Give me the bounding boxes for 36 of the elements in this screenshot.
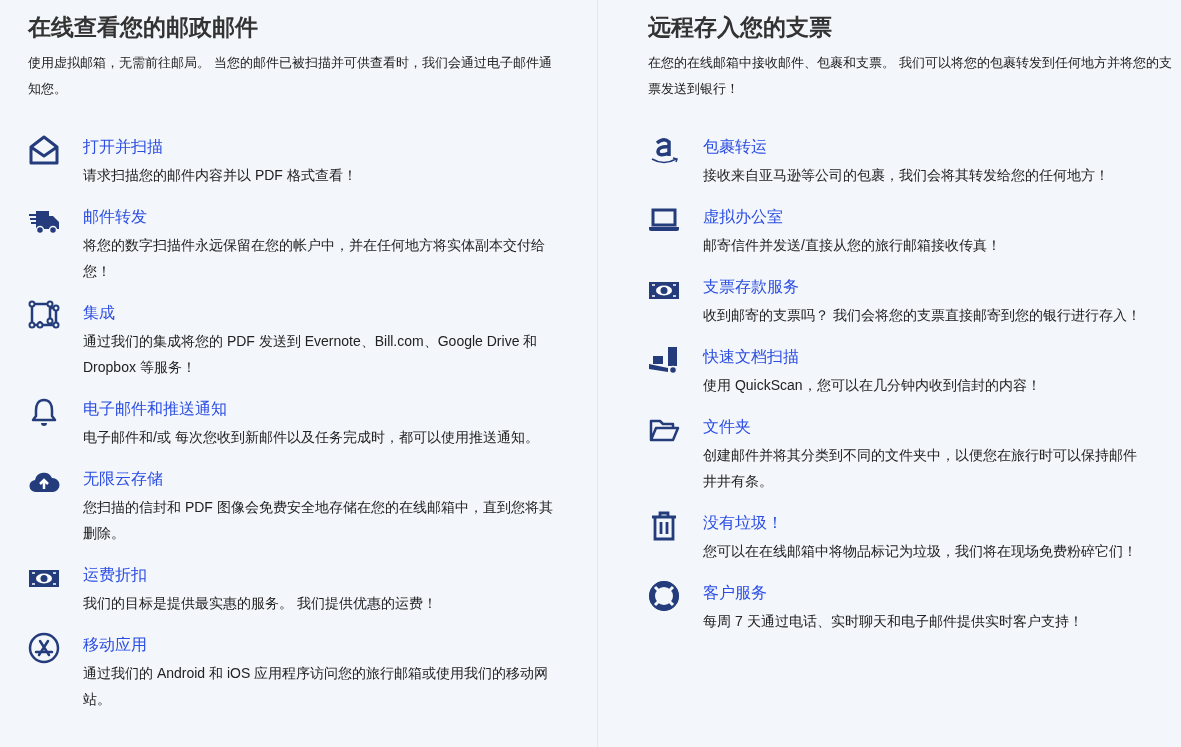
feature-title[interactable]: 移动应用 (83, 630, 147, 660)
app-store-icon (28, 632, 60, 664)
lifebuoy-icon (648, 580, 680, 612)
feature-title[interactable]: 没有垃圾！ (703, 508, 783, 538)
feature-description: 创建邮件并将其分类到不同的文件夹中，以便您在旅行时可以保持邮件井井有条。 (703, 446, 1138, 491)
section-intro: 在您的在线邮箱中接收邮件、包裹和支票。 我们可以将您的包裹转发到任何地方并将您的支票发送到银行！ (648, 54, 1173, 98)
section-heading: 远程存入您的支票 (648, 13, 833, 42)
feature-description: 每周 7 天通过电话、实时聊天和电子邮件提供实时客户支持！ (703, 612, 1084, 631)
feature-description: 邮寄信件并发送/直接从您的旅行邮箱接收传真！ (703, 236, 1002, 255)
feature-description: 请求扫描您的邮件内容并以 PDF 格式查看！ (83, 166, 358, 185)
feature-description: 您扫描的信封和 PDF 图像会免费安全地存储在您的在线邮箱中，直到您将其删除。 (83, 498, 553, 543)
feature-description: 通过我们的集成将您的 PDF 发送到 Evernote、Bill.com、Google Drive 和 Dropbox 等服务！ (83, 332, 539, 377)
feature-title[interactable]: 集成 (83, 298, 115, 328)
hand-truck-icon (648, 344, 680, 376)
feature-title[interactable]: 无限云存储 (83, 464, 163, 494)
feature-title[interactable]: 客户服务 (703, 578, 767, 608)
section-heading: 在线查看您的邮政邮件 (28, 13, 259, 42)
feature-description: 将您的数字扫描件永远保留在您的帐户中，并在任何地方将实体副本交付给您！ (83, 236, 546, 281)
feature-title[interactable]: 打开并扫描 (83, 132, 163, 162)
feature-title[interactable]: 支票存款服务 (703, 272, 799, 302)
feature-title[interactable]: 文件夹 (703, 412, 751, 442)
feature-title[interactable]: 快速文档扫描 (703, 342, 799, 372)
feature-description: 电子邮件和/或 每次您收到新邮件以及任务完成时，都可以使用推送通知。 (83, 428, 540, 447)
feature-title[interactable]: 运费折扣 (83, 560, 147, 590)
feature-description: 收到邮寄的支票吗？ 我们会将您的支票直接邮寄到您的银行进行存入！ (703, 306, 1141, 325)
feature-title[interactable]: 虚拟办公室 (703, 202, 783, 232)
feature-description: 通过我们的 Android 和 iOS 应用程序访问您的旅行邮箱或使用我们的移动网站。 (83, 664, 550, 709)
feature-title[interactable]: 邮件转发 (83, 202, 147, 232)
feature-title[interactable]: 电子邮件和推送通知 (83, 394, 227, 424)
feature-description: 您可以在在线邮箱中将物品标记为垃圾，我们将在现场免费粉碎它们！ (703, 542, 1138, 561)
feature-description: 接收来自亚马逊等公司的包裹，我们会将其转发给您的任何地方！ (703, 166, 1110, 185)
feature-description: 使用 QuickScan，您可以在几分钟内收到信封的内容！ (703, 376, 1042, 395)
feature-title[interactable]: 包裹转运 (703, 132, 767, 162)
section-intro: 使用虚拟邮箱，无需前往邮局。 当您的邮件已被扫描并可供查看时，我们会通过电子邮件通知您。 (28, 54, 553, 98)
envelope-icon (28, 134, 60, 166)
feature-description: 我们的目标是提供最实惠的服务。 我们提供优惠的运费！ (83, 594, 438, 613)
